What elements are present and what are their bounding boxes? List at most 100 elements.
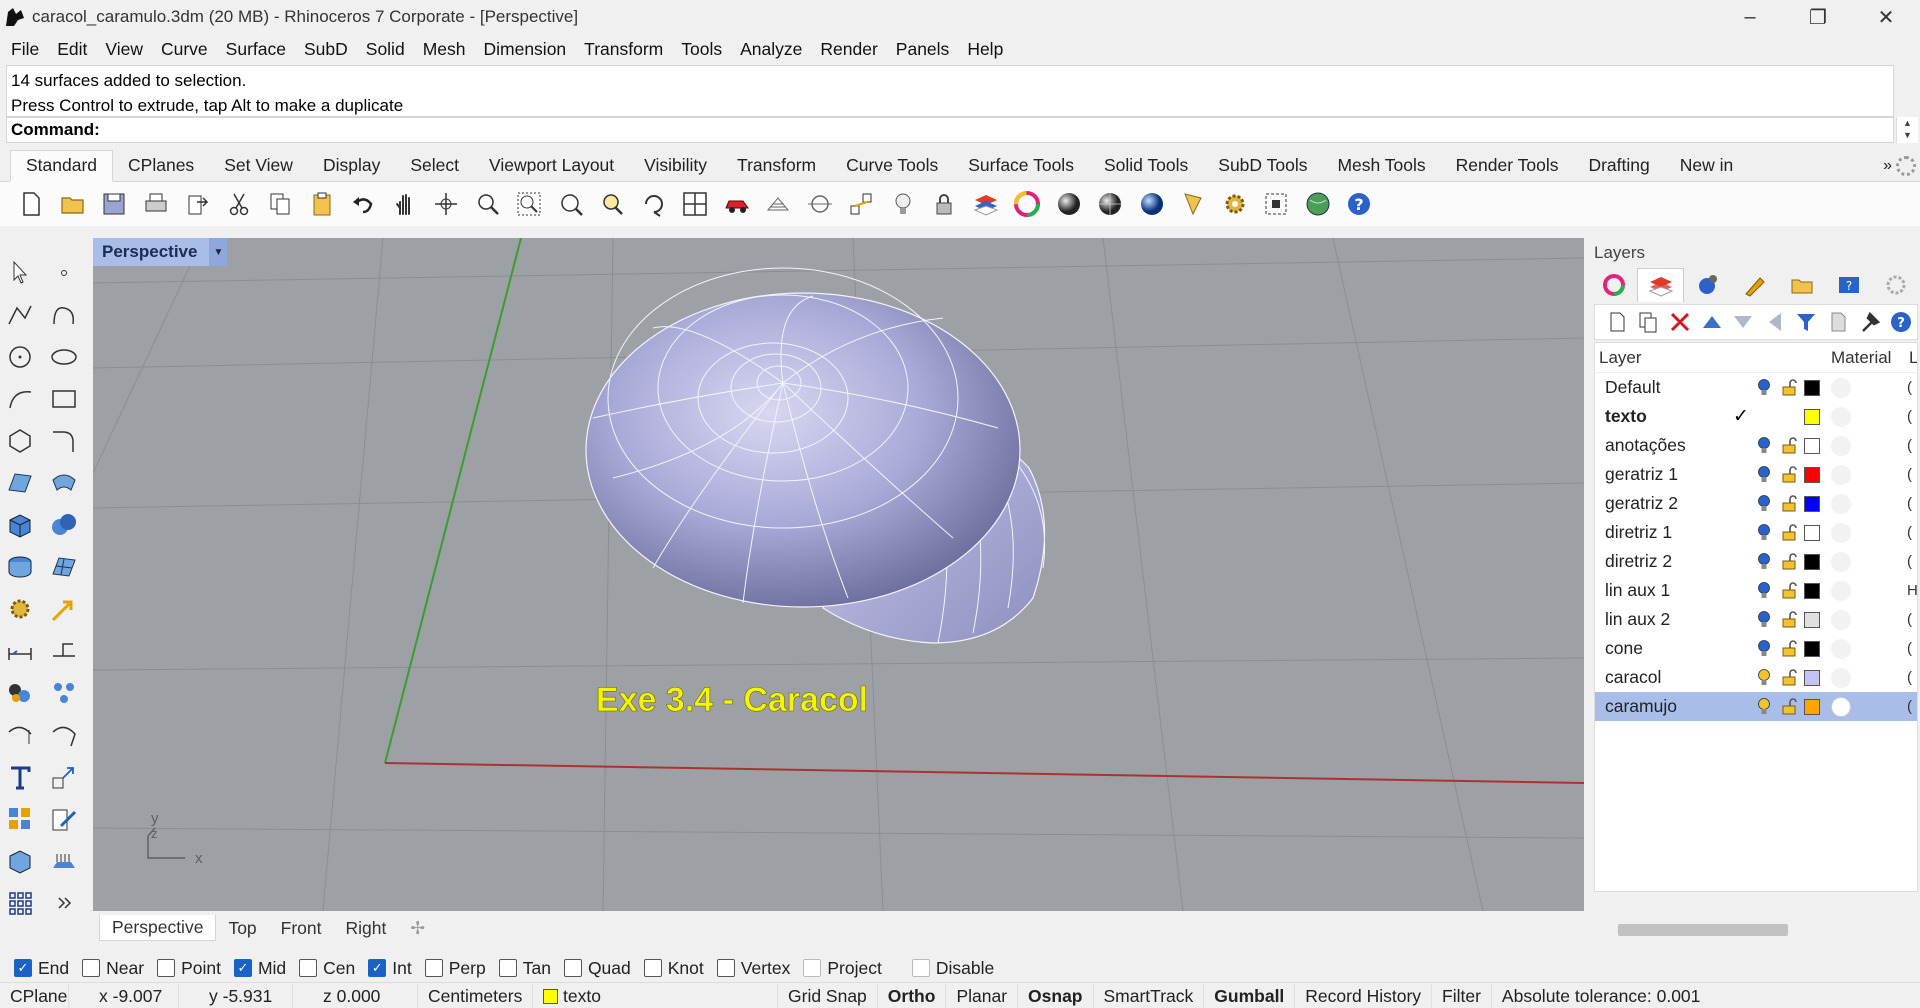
menu-render[interactable]: Render [811,39,886,60]
surface-icon[interactable] [2,465,38,501]
osnap-int[interactable]: ✓ Int [368,958,412,979]
layer-name[interactable]: caracol [1605,667,1661,688]
export-icon[interactable] [180,187,214,221]
osnap-toggle[interactable]: Osnap [1018,983,1094,1008]
grid-snap-toggle[interactable]: Grid Snap [778,983,878,1008]
layer-linetype-cell[interactable]: ( [1907,466,1912,483]
menu-view[interactable]: View [96,39,152,60]
command-input[interactable]: Command: [6,117,1894,143]
layer-linetype-cell[interactable]: ( [1907,495,1912,512]
osnap-tan[interactable]: Tan [498,958,551,979]
blocks-icon[interactable] [2,801,38,837]
pan-hand-icon[interactable] [388,187,422,221]
layer-material-swatch[interactable] [1831,697,1851,717]
expand-palette-icon[interactable] [46,885,82,921]
more-tabs-button[interactable]: » [1883,157,1892,175]
layer-name[interactable]: geratriz 2 [1605,493,1678,514]
visibility-bulb-icon[interactable] [1757,466,1771,484]
layer-name[interactable]: lin aux 1 [1605,580,1670,601]
layer-color-swatch[interactable] [1804,525,1820,541]
four-viewports-icon[interactable] [678,187,712,221]
menu-surface[interactable]: Surface [217,39,295,60]
settings-gear-icon[interactable] [1218,187,1252,221]
layer-row[interactable]: cone ( [1595,634,1917,663]
menu-edit[interactable]: Edit [48,39,96,60]
lock-icon[interactable] [1781,466,1797,483]
group-icon[interactable] [2,675,38,711]
panel-settings-gear-icon[interactable] [1873,268,1920,302]
osnap-checkbox[interactable] [498,959,517,977]
layer-material-swatch[interactable] [1831,668,1851,688]
tab-subd-tools[interactable]: SubD Tools [1203,151,1322,181]
tab-mesh-tools[interactable]: Mesh Tools [1322,151,1440,181]
layer-linetype-cell[interactable]: ( [1907,379,1912,396]
menu-analyze[interactable]: Analyze [731,39,811,60]
layer-linetype-cell[interactable]: ( [1907,524,1912,541]
osnap-knot[interactable]: Knot [643,958,704,979]
layer-material-swatch[interactable] [1831,465,1851,485]
cylinder-solid-icon[interactable] [2,549,38,585]
new-layer-icon[interactable] [1601,306,1633,338]
planar-toggle[interactable]: Planar [946,983,1019,1008]
help-icon[interactable]: ? [1342,187,1376,221]
osnap-icon[interactable] [844,187,878,221]
osnap-checkbox[interactable]: ✓ [14,959,32,977]
layer-name[interactable]: cone [1605,638,1643,659]
lock-icon[interactable] [1781,640,1797,657]
array-icon[interactable] [46,675,82,711]
grid-dots-icon[interactable] [2,885,38,921]
layer-name[interactable]: caramujo [1605,696,1677,717]
tab-standard[interactable]: Standard [10,150,114,182]
layer-color-swatch[interactable] [1804,699,1820,715]
layer-material-swatch[interactable] [1831,436,1851,456]
polyline-icon[interactable] [2,297,38,333]
lock-icon[interactable] [1781,524,1797,541]
layer-name[interactable]: geratriz 1 [1605,464,1678,485]
osnap-checkbox[interactable] [716,959,735,977]
tab-visibility[interactable]: Visibility [629,151,722,181]
shaded-ball-icon[interactable] [1093,187,1127,221]
layer-list-scrollbar[interactable] [1618,924,1788,936]
osnap-checkbox[interactable]: ✓ [368,959,387,977]
tab-render-tools[interactable]: Render Tools [1441,151,1574,181]
menu-transform[interactable]: Transform [575,39,672,60]
osnap-perp[interactable]: Perp [424,958,486,979]
leader-icon[interactable] [46,633,82,669]
boolean-icon[interactable] [46,507,82,543]
add-viewport-tab-icon[interactable]: ✢ [398,916,437,941]
osnap-quad[interactable]: Quad [563,958,631,979]
layer-linetype-cell[interactable]: ( [1907,408,1912,425]
layer-row[interactable]: lin aux 1 H [1595,576,1917,605]
layer-row[interactable]: diretriz 2 ( [1595,547,1917,576]
tab-surface-tools[interactable]: Surface Tools [953,151,1089,181]
tab-select[interactable]: Select [395,151,474,181]
move-layer-up-icon[interactable] [1696,306,1728,338]
scale-icon[interactable] [46,759,82,795]
osnap-point[interactable]: Point [157,958,221,979]
layer-material-swatch[interactable] [1831,581,1851,601]
layer-linetype-cell[interactable]: ( [1907,669,1912,686]
new-sublayer-icon[interactable] [1633,306,1665,338]
new-file-icon[interactable] [14,187,48,221]
circle-icon[interactable] [2,339,38,375]
globe-icon[interactable] [1301,187,1335,221]
layer-material-swatch[interactable] [1831,639,1851,659]
menu-solid[interactable]: Solid [357,39,414,60]
match-icon[interactable] [1259,187,1293,221]
menu-panels[interactable]: Panels [887,39,959,60]
layers-panel-tab-icon[interactable] [1637,268,1685,302]
select-arrow-icon[interactable] [2,255,38,291]
osnap-end[interactable]: ✓ End [14,958,69,979]
layer-row[interactable]: texto ✓ ( [1595,402,1917,431]
snap-icon[interactable] [803,187,837,221]
layer-name[interactable]: diretriz 1 [1605,522,1672,543]
osnap-checkbox[interactable] [563,959,582,977]
tab-set-view[interactable]: Set View [209,151,308,181]
ortho-toggle[interactable]: Ortho [878,983,947,1008]
fillet-curve-icon[interactable] [46,423,82,459]
layer-color-swatch[interactable] [1804,670,1820,686]
osnap-checkbox[interactable] [82,959,101,977]
undo-icon[interactable] [346,187,380,221]
curve-from-object-icon[interactable] [46,717,82,753]
osnap-checkbox[interactable] [643,959,662,977]
